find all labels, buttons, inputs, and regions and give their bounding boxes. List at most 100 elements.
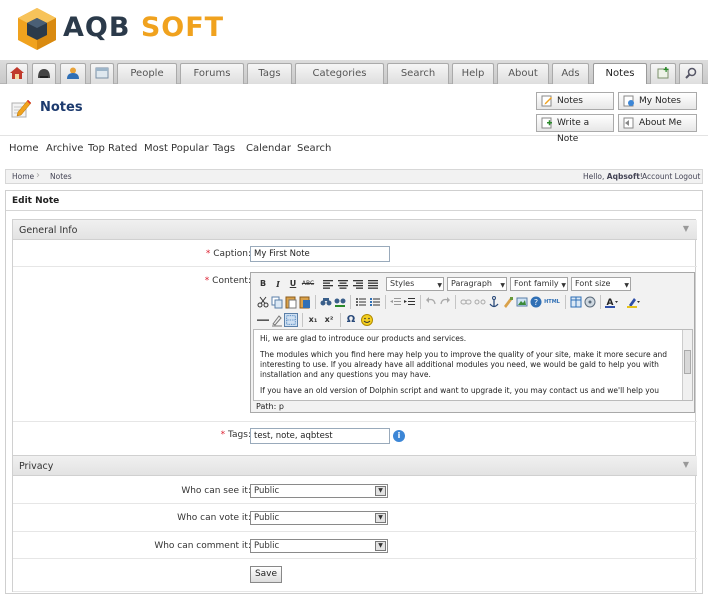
my-notes-button-label: My Notes [639,96,681,106]
redo-icon[interactable] [438,295,452,309]
tab-ads[interactable]: Ads [552,63,589,84]
text-color-icon[interactable]: A [604,295,618,309]
strikethrough-button[interactable]: ABC [301,277,315,291]
tab-people[interactable]: People [117,63,177,84]
breadcrumb-home[interactable]: Home [12,172,34,181]
caption-input[interactable]: My First Note [250,246,390,262]
paste-word-icon[interactable] [298,295,312,309]
tab-tags[interactable]: Tags [247,63,292,84]
tab-community[interactable] [32,63,56,84]
link-icon[interactable] [459,295,473,309]
tab-add[interactable] [650,63,676,84]
edit-note-panel: Edit Note General Info ▼ * Caption: My F… [5,190,703,594]
table-icon[interactable] [569,295,583,309]
scrollbar-thumb[interactable] [684,350,691,374]
align-left-icon[interactable] [321,277,335,291]
tab-notes[interactable]: Notes [593,63,647,85]
horizontal-rule-icon[interactable] [256,313,270,327]
add-icon [657,67,669,79]
user-icon [67,67,79,79]
write-note-button[interactable]: Write a Note [536,114,614,144]
about-me-button-label: About Me [639,118,682,128]
tags-input[interactable]: test, note, aqbtest [250,428,390,444]
dropdown-arrow-icon: ▼ [500,282,505,289]
bullet-list-icon[interactable] [354,295,368,309]
greeting-username[interactable]: Aqbsoft [607,172,640,181]
toolbar-separator [302,313,303,327]
align-right-icon[interactable] [351,277,365,291]
unlink-icon[interactable] [473,295,487,309]
who-can-vote-select[interactable]: Public ▼ [250,511,388,525]
logo-cube-icon[interactable] [14,6,60,52]
paragraph-select-value: Paragraph [451,279,492,288]
subscript-button[interactable]: x₁ [306,313,320,327]
tab-window[interactable] [90,63,114,84]
paste-icon[interactable] [284,295,298,309]
brand-logo[interactable]: AQB SOFT [63,12,224,43]
info-icon[interactable]: i [393,430,405,442]
privacy-header[interactable]: Privacy ▼ [13,456,697,476]
highlight-color-icon[interactable] [626,295,640,309]
tab-profile[interactable] [60,63,86,84]
subnav-calendar[interactable]: Calendar [246,143,291,154]
emoticon-icon[interactable] [360,313,374,327]
bold-button[interactable]: B [256,277,270,291]
dropdown-arrow-icon: ▼ [375,541,386,551]
tab-search-icon[interactable] [679,63,703,84]
collapse-chevron-icon[interactable]: ▼ [683,224,689,233]
font-size-select[interactable]: Font size ▼ [571,277,631,291]
copy-icon[interactable] [270,295,284,309]
align-center-icon[interactable] [336,277,350,291]
editor-scrollbar[interactable] [682,330,692,400]
subnav-archive[interactable]: Archive [46,143,83,154]
caption-label-text: Caption: [213,249,251,259]
tab-home[interactable] [6,63,28,84]
tags-label: * Tags: [221,430,251,440]
toolbar-separator [420,295,421,309]
subnav-home[interactable]: Home [9,143,39,154]
logout-link[interactable]: Account Logout [642,172,700,181]
tab-search[interactable]: Search [387,63,449,84]
find-icon[interactable] [319,295,333,309]
subnav-search[interactable]: Search [297,143,331,154]
tab-about[interactable]: About [497,63,549,84]
notes-button[interactable]: Notes [536,92,614,110]
cleanup-icon[interactable] [501,295,515,309]
media-icon[interactable] [583,295,597,309]
tab-help[interactable]: Help [452,63,494,84]
visual-aid-icon[interactable] [284,313,298,327]
html-source-button[interactable]: HTML [543,295,561,309]
collapse-chevron-icon[interactable]: ▼ [683,460,689,469]
underline-button[interactable]: U [286,277,300,291]
help-icon[interactable]: ? [529,295,543,309]
paragraph-select[interactable]: Paragraph ▼ [447,277,507,291]
subnav-tags[interactable]: Tags [213,143,235,154]
superscript-button[interactable]: x² [322,313,336,327]
indent-icon[interactable] [403,295,417,309]
undo-icon[interactable] [424,295,438,309]
replace-icon[interactable] [333,295,347,309]
who-can-comment-select[interactable]: Public ▼ [250,539,388,553]
outdent-icon[interactable] [389,295,403,309]
subnav-most-popular[interactable]: Most Popular [144,143,209,154]
general-info-header[interactable]: General Info ▼ [13,220,697,240]
special-char-button[interactable]: Ω [344,313,358,327]
save-button[interactable]: Save [250,566,282,583]
numbered-list-icon[interactable] [368,295,382,309]
font-family-select[interactable]: Font family ▼ [510,277,568,291]
tab-categories[interactable]: Categories [295,63,384,84]
italic-button[interactable]: I [271,277,285,291]
cut-icon[interactable] [256,295,270,309]
tab-forums[interactable]: Forums [180,63,244,84]
anchor-icon[interactable] [487,295,501,309]
styles-select[interactable]: Styles ▼ [386,277,444,291]
remove-format-icon[interactable] [270,313,284,327]
about-me-button[interactable]: About Me [618,114,697,132]
align-justify-icon[interactable] [366,277,380,291]
editor-content-area[interactable]: Hi, we are glad to introduce our product… [253,329,693,401]
image-icon[interactable] [515,295,529,309]
top-navigation: People Forums Tags Categories Search Hel… [0,60,708,85]
my-notes-button[interactable]: My Notes [618,92,697,110]
subnav-top-rated[interactable]: Top Rated [88,143,137,154]
who-can-see-select[interactable]: Public ▼ [250,484,388,498]
